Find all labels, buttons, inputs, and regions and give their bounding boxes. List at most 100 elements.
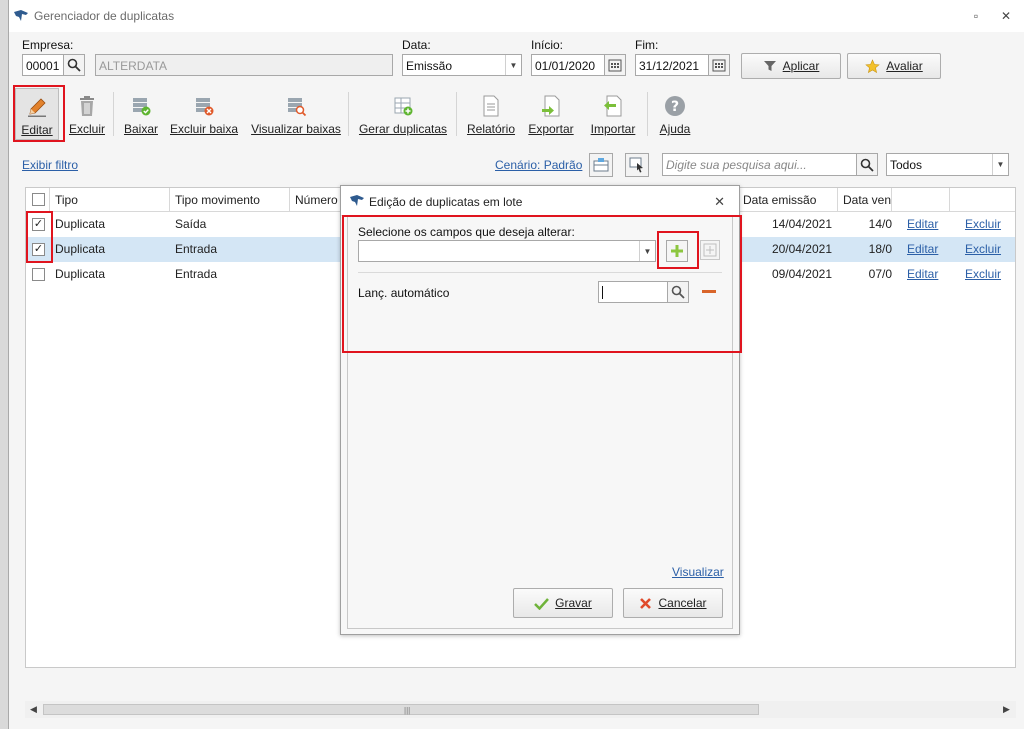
inicio-label: Início: — [531, 38, 564, 52]
star-icon — [865, 58, 881, 73]
app-logo-icon — [14, 10, 28, 21]
row-editar-link[interactable]: Editar — [902, 212, 952, 237]
calendar-icon — [608, 59, 622, 72]
visualizar-baixas-icon — [288, 98, 307, 117]
scope-select-value: Todos — [890, 158, 923, 172]
row-excluir-link[interactable]: Excluir — [960, 237, 1016, 262]
excluir-button[interactable]: Excluir — [67, 88, 107, 140]
scroll-left-icon[interactable]: ◀ — [30, 704, 37, 715]
toolbar-divider — [348, 92, 349, 136]
scope-select[interactable]: Todos ▼ — [886, 153, 1009, 176]
baixar-button[interactable]: Baixar — [121, 88, 161, 140]
row-checkbox[interactable] — [32, 268, 45, 281]
filter-icon — [763, 61, 776, 71]
gerar-duplicatas-button[interactable]: Gerar duplicatas — [357, 88, 449, 140]
fim-calendar-button[interactable] — [708, 54, 730, 76]
gravar-button[interactable]: Gravar — [513, 588, 613, 618]
calendar-icon — [712, 59, 726, 72]
chevron-down-icon[interactable]: ▼ — [505, 55, 521, 75]
header-editar-col — [892, 188, 950, 212]
cell-data-emissao: 14/04/2021 — [771, 217, 832, 231]
select-all-cell — [26, 188, 50, 212]
search-icon — [860, 158, 874, 172]
highlight-add-button — [657, 231, 699, 269]
relatorio-button[interactable]: Relatório — [465, 88, 517, 140]
header-tipo[interactable]: Tipo — [50, 188, 170, 212]
cell-tipo: Duplicata — [55, 242, 106, 256]
cell-tipo: Duplicata — [55, 267, 106, 281]
importar-button[interactable]: Importar — [585, 88, 641, 140]
fim-date-input[interactable]: 31/12/2021 — [635, 54, 709, 76]
row-editar-link[interactable]: Editar — [902, 262, 952, 287]
empresa-code-input[interactable]: 00001 — [22, 54, 64, 76]
exibir-filtro-link[interactable]: Exibir filtro — [22, 158, 78, 172]
columns-icon — [593, 158, 609, 172]
close-icon[interactable]: ✕ — [999, 9, 1013, 23]
empresa-search-button[interactable] — [63, 54, 85, 76]
export-icon — [542, 95, 560, 117]
close-icon[interactable]: ✕ — [714, 194, 725, 210]
chevron-down-icon[interactable]: ▼ — [992, 154, 1008, 175]
cell-data-vencimento: 14/0 — [868, 217, 892, 231]
select-all-checkbox[interactable] — [32, 193, 45, 206]
help-icon: ? — [665, 96, 685, 116]
data-label: Data: — [402, 38, 431, 52]
empresa-name-field: ALTERDATA — [95, 54, 393, 76]
cell-data-vencimento: 07/0 — [868, 267, 892, 281]
gerar-duplicatas-icon — [394, 97, 413, 116]
cell-tipo-movimento: Entrada — [175, 242, 218, 256]
row-excluir-link[interactable]: Excluir — [960, 212, 1016, 237]
row-excluir-link[interactable]: Excluir — [960, 262, 1016, 287]
fim-label: Fim: — [635, 38, 659, 52]
cancel-icon — [640, 597, 652, 609]
cell-data-vencimento: 18/0 — [868, 242, 892, 256]
header-excluir-col — [950, 188, 1016, 212]
restore-icon[interactable]: ▫ — [969, 9, 983, 23]
toolbar-divider — [456, 92, 457, 136]
cell-data-emissao: 20/04/2021 — [771, 242, 832, 256]
cell-data-emissao: 09/04/2021 — [771, 267, 832, 281]
scroll-right-icon[interactable]: ▶ — [1003, 704, 1010, 715]
excluir-baixa-icon — [196, 98, 214, 116]
svg-text:?: ? — [671, 99, 679, 115]
highlight-editar — [13, 85, 65, 142]
window-title: Gerenciador de duplicatas — [34, 9, 175, 23]
data-select[interactable]: Emissão ▼ — [402, 54, 522, 76]
search-button[interactable] — [856, 153, 878, 176]
header-data-emissao[interactable]: Data emissão — [738, 188, 838, 212]
report-icon — [483, 95, 499, 117]
inicio-calendar-button[interactable] — [604, 54, 626, 76]
title-bar: Gerenciador de duplicatas ▫ ✕ — [9, 0, 1024, 32]
header-data-vencimento[interactable]: Data venc — [838, 188, 892, 212]
dialog-title-bar: Edição de duplicatas em lote ✕ — [341, 186, 739, 216]
header-tipo-movimento[interactable]: Tipo movimento — [170, 188, 290, 212]
highlight-checkboxes — [26, 211, 53, 263]
row-editar-link[interactable]: Editar — [902, 237, 952, 262]
empresa-label: Empresa: — [22, 38, 74, 52]
exportar-button[interactable]: Exportar — [525, 88, 577, 140]
cell-tipo-movimento: Entrada — [175, 267, 218, 281]
cancelar-button[interactable]: Cancelar — [623, 588, 723, 618]
toolbar-divider — [113, 92, 114, 136]
horizontal-scrollbar[interactable]: ◀ ||| ▶ — [25, 701, 1016, 718]
check-icon — [534, 597, 550, 610]
scrollbar-thumb[interactable]: ||| — [43, 704, 759, 715]
toolbar-divider — [647, 92, 648, 136]
visualizar-link[interactable]: Visualizar — [672, 565, 724, 579]
toolbar: Editar Excluir Baixar Excluir baixa Visu… — [9, 84, 1024, 142]
import-icon — [604, 95, 622, 117]
ajuda-button[interactable]: ? Ajuda — [655, 88, 695, 140]
inicio-date-input[interactable]: 01/01/2020 — [531, 54, 605, 76]
cenario-link[interactable]: Cenário: Padrão — [495, 158, 582, 172]
visualizar-baixas-button[interactable]: Visualizar baixas — [251, 88, 341, 140]
cursor-select-icon — [629, 157, 643, 173]
aplicar-button[interactable]: Aplicar — [741, 53, 841, 79]
search-input[interactable]: Digite sua pesquisa aqui... — [662, 153, 857, 176]
baixar-icon — [133, 98, 151, 116]
cenario-config-button[interactable] — [589, 153, 613, 177]
select-cursor-button[interactable] — [625, 153, 649, 177]
excluir-baixa-button[interactable]: Excluir baixa — [169, 88, 239, 140]
avaliar-button[interactable]: Avaliar — [847, 53, 941, 79]
dialog-title: Edição de duplicatas em lote — [369, 195, 523, 209]
grip-icon: ||| — [404, 706, 411, 715]
